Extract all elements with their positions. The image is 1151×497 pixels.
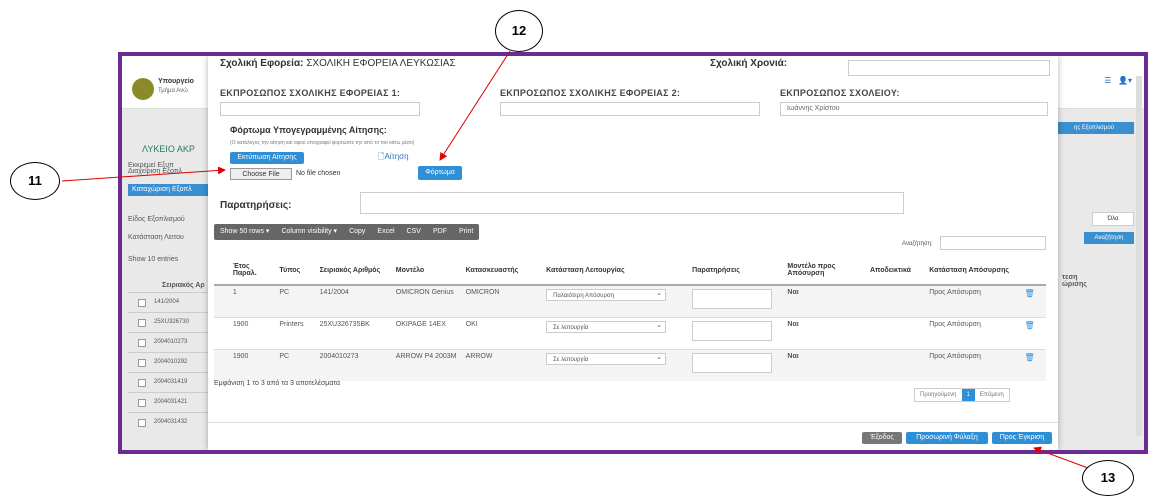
callout-13: 13 — [1082, 460, 1134, 496]
callout-11: 11 — [10, 162, 60, 200]
arrow-13 — [1033, 446, 1089, 469]
callout-12: 12 — [495, 10, 543, 52]
arrow-11 — [61, 166, 226, 182]
annotation-arrows — [61, 50, 1089, 469]
arrow-12 — [439, 50, 511, 161]
